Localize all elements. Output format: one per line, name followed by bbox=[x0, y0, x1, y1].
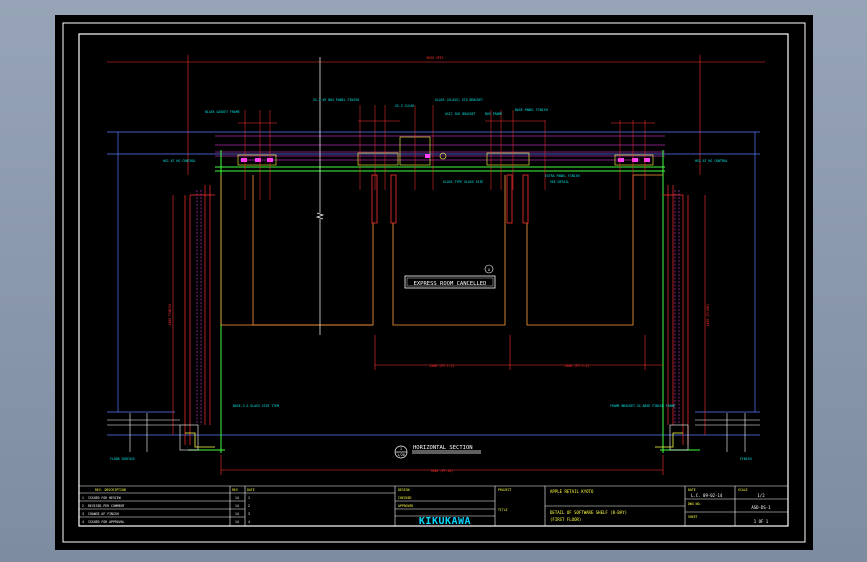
rev-row-mark: 1 bbox=[82, 496, 84, 500]
drawing-sheet[interactable]: 9050 SPEC 2400 (PT.C-1) 2400 (PT.C-2) 78… bbox=[55, 15, 813, 550]
note-top-5: BUS FRAME bbox=[485, 112, 502, 116]
scale-value: 1/2 bbox=[757, 493, 765, 498]
section-ref: 1 bbox=[400, 447, 402, 451]
section-title: HORIZONTAL SECTION bbox=[413, 445, 473, 451]
cad-viewport[interactable]: 9050 SPEC 2400 (PT.C-1) 2400 (PT.C-2) 78… bbox=[0, 0, 867, 562]
designed-label: DESIGN bbox=[398, 488, 410, 492]
inner-sheet-border bbox=[78, 33, 789, 527]
col-rev: REV bbox=[232, 488, 238, 492]
top-dimension bbox=[107, 55, 765, 175]
note-top-1: SS-3 WT BUS PANEL FINISH bbox=[313, 98, 359, 102]
dwg-label: DWG NO. bbox=[688, 502, 702, 506]
revision-rows: 1 ISSUED FOR REVIEW 14 2 REVISED PER COM… bbox=[82, 496, 250, 524]
approved-label: APPROVED bbox=[398, 504, 413, 508]
rev-row-by: 2 bbox=[248, 504, 250, 508]
label-right: HG2 AT HG CONTROL bbox=[695, 159, 728, 163]
note-mid-0: GLASS TYPE GLASS SIZE bbox=[443, 180, 483, 184]
detail-verticals bbox=[238, 105, 655, 200]
dim-left-label: 2400 FINISH bbox=[168, 304, 172, 325]
dim-bottom-label: 7800 (PT.AC) bbox=[430, 469, 453, 473]
date-value: L.C. 09-02-14 bbox=[691, 493, 723, 498]
title-bubble-num: A bbox=[488, 268, 490, 272]
section-scale: 1/20 bbox=[397, 453, 405, 457]
note-top-4: ASIC SUS BRACKET bbox=[445, 112, 476, 116]
rev-row-date: 14 bbox=[235, 520, 239, 524]
rev-header: REV. DESCRIPTION bbox=[95, 488, 126, 492]
rev-row-mark: 2 bbox=[82, 504, 84, 508]
dim-seg2: 2400 (PT.C-2) bbox=[565, 364, 590, 368]
rev-row-by: 4 bbox=[248, 520, 250, 524]
shelf-partitions bbox=[220, 174, 663, 326]
rev-row-desc: REVISED PER COMMENT bbox=[88, 504, 125, 508]
rev-row-date: 14 bbox=[235, 496, 239, 500]
label-left: HG1 AT HG CONTROL bbox=[163, 159, 196, 163]
rev-row-date: 14 bbox=[235, 504, 239, 508]
rev-row-desc: CHANGE OF FINISH bbox=[88, 512, 119, 516]
right-wall-trim bbox=[674, 190, 680, 425]
project-name: APPLE RETAIL KYOTO bbox=[550, 489, 594, 494]
rev-row-by: 1 bbox=[248, 496, 250, 500]
rev-row-by: 3 bbox=[248, 512, 250, 516]
right-corner-detail bbox=[669, 413, 760, 452]
cad-drawing[interactable]: 9050 SPEC 2400 (PT.C-1) 2400 (PT.C-2) 78… bbox=[55, 15, 813, 550]
note-bottom-0: BASE-3 A GLASS SIZE ITEM bbox=[233, 404, 279, 408]
dwg-no: ASD-DS-1 bbox=[751, 505, 771, 510]
left-corner-detail bbox=[107, 413, 199, 452]
title-bubble-text: EXPRESS ROOM CANCELLED bbox=[414, 281, 487, 287]
title-line1: DETAIL OF SOFTWARE SHELF (B-BAY) bbox=[550, 510, 627, 515]
left-wall-trim bbox=[196, 190, 202, 425]
checked-label: CHECKED bbox=[398, 496, 412, 500]
dim-seg1: 2400 (PT.C-1) bbox=[430, 364, 455, 368]
dim-top-label: 9050 SPEC bbox=[426, 56, 443, 60]
scale-label: SCALE bbox=[738, 488, 748, 492]
project-label: PROJECT bbox=[498, 488, 512, 492]
date-label: DATE bbox=[688, 488, 696, 492]
dim-right-label: 3400 (FLOOR) bbox=[706, 303, 710, 326]
note-top-6: BASE PANEL FINISH bbox=[515, 108, 548, 112]
rev-row-desc: ISSUED FOR APPROVAL bbox=[88, 520, 125, 524]
col-date: DATE bbox=[247, 488, 255, 492]
top-fittings bbox=[237, 136, 654, 166]
rev-row-mark: 4 bbox=[82, 520, 84, 524]
note-bottom-2: FLOOR SURFACE bbox=[110, 457, 135, 461]
note-mid-2: SEE DETAIL bbox=[550, 180, 569, 184]
title-line2: (FIRST FLOOR) bbox=[550, 517, 581, 522]
note-top-0: BLACK GASKET FRAME bbox=[205, 110, 240, 114]
sheet-label: SHEET bbox=[688, 515, 698, 519]
annotations: BLACK GASKET FRAME SS-3 WT BUS PANEL FIN… bbox=[110, 98, 752, 461]
sheet-no: 1 OF 1 bbox=[754, 519, 769, 524]
note-top-3: GLASS (GLASS) STD BRACKET bbox=[435, 98, 483, 102]
note-bottom-1: FRAME BRACKET-SS BASE FINISH FRAME bbox=[610, 404, 675, 408]
left-wall bbox=[184, 185, 215, 445]
rev-row-date: 14 bbox=[235, 512, 239, 516]
note-top-2: SS-3 CLEAR bbox=[395, 104, 414, 108]
note-mid-1: EXTRA PANEL FINISH bbox=[545, 174, 580, 178]
title-label: TITLE bbox=[498, 508, 508, 512]
company-logo: KIKUKAWA bbox=[419, 516, 471, 527]
note-bottom-3: FINISH bbox=[740, 457, 752, 461]
rev-row-mark: 3 bbox=[82, 512, 84, 516]
rev-row-desc: ISSUED FOR REVIEW bbox=[88, 496, 121, 500]
